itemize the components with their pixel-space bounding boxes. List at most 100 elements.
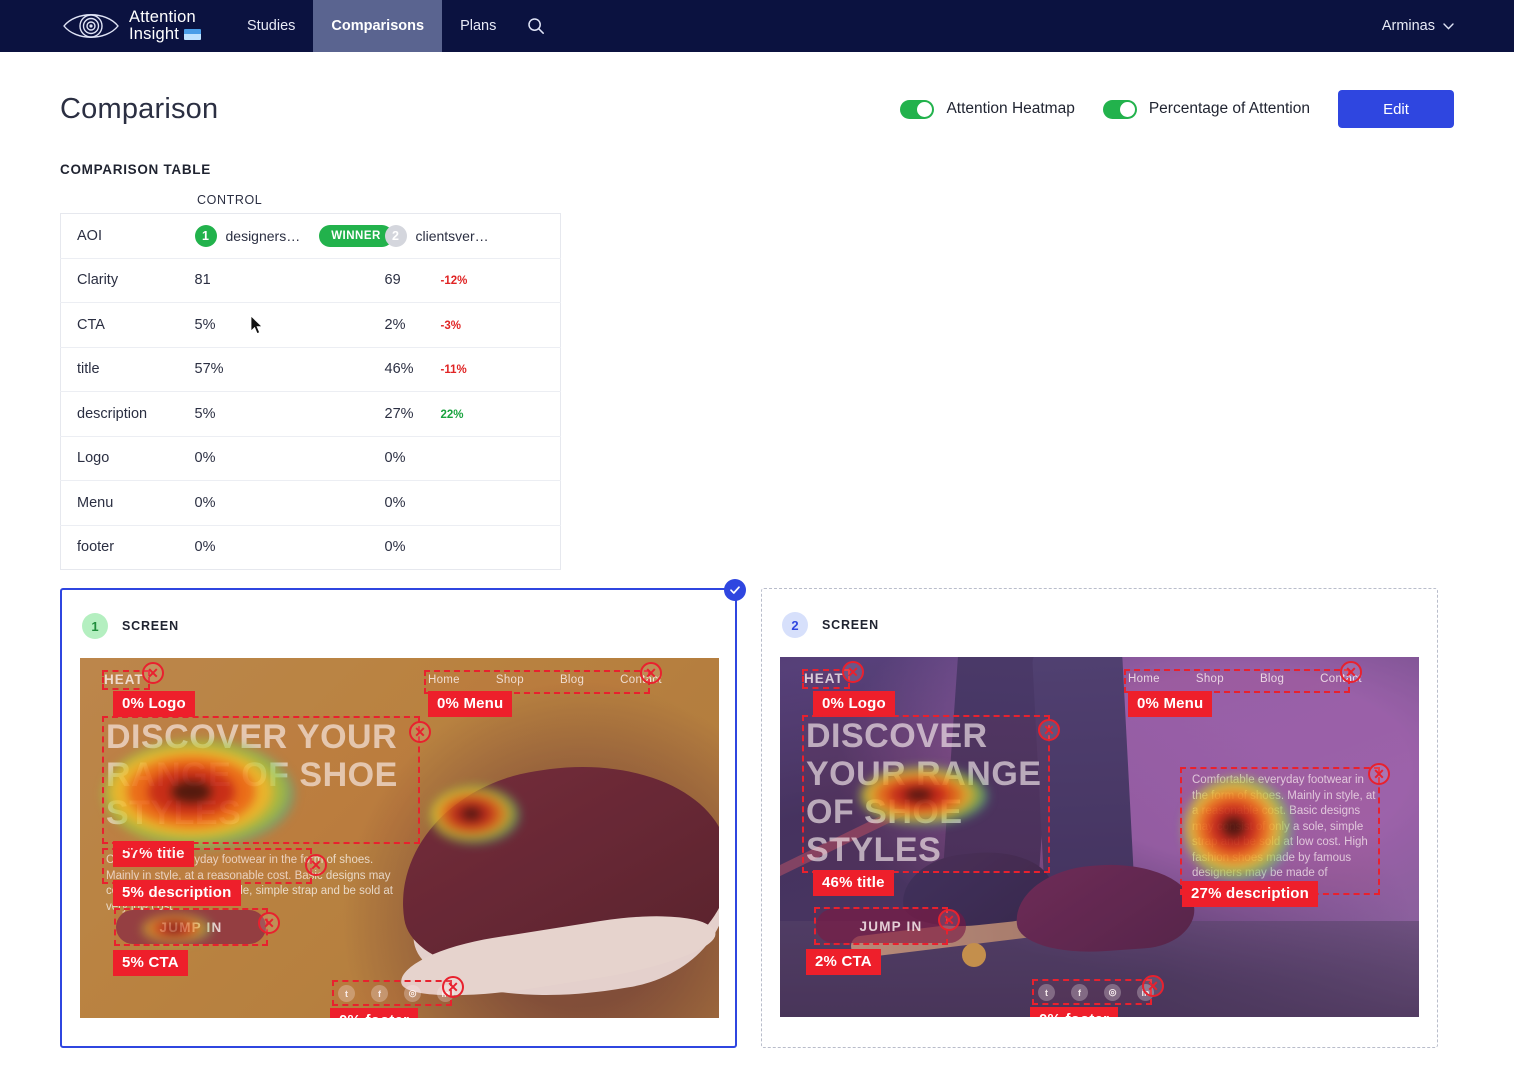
aoi-variant-a-cell[interactable]: 1 designers… WINNER [179,214,393,259]
aoi-close-icon-description[interactable]: ✕ [305,854,327,876]
toggle-percentage-of-attention[interactable]: Percentage of Attention [1102,99,1310,119]
card-number-badge: 1 [82,613,108,639]
metric-value-b: 27% 22% [369,392,561,437]
card-number-badge: 2 [782,612,808,638]
nav-item-studies[interactable]: Studies [229,2,313,50]
aoi-header-cell: AOI [77,227,102,244]
screen-cards: 1 SCREEN HEAT Home Shop Blog Contact DIS… [60,579,1454,1048]
aoi-box-cta[interactable] [114,908,268,946]
aoi-close-icon-footer[interactable]: ✕ [1142,975,1164,997]
card-label: SCREEN [122,619,179,633]
screenshot-preview-2[interactable]: HEAT Home Shop Blog Contact DISCOVER YOU… [780,657,1419,1017]
aoi-box-cta[interactable] [814,907,948,945]
aoi-box-footer[interactable] [1032,979,1152,1005]
aoi-close-icon-footer[interactable]: ✕ [442,976,464,998]
brand-logo[interactable]: Attention Insight [62,8,202,43]
metric-value-a: 5% [194,405,216,422]
delta-badge: -12% [440,275,468,288]
metric-value-a: 0% [194,450,216,467]
table-row: CTA 5% 2% -3% [60,303,561,348]
flag-icon [184,29,202,40]
eye-logo-icon [63,14,119,38]
aoi-close-icon-title[interactable]: ✕ [1038,719,1060,741]
toggle-switch-heatmap[interactable] [900,99,935,119]
aoi-tag-cta: 5% CTA [113,950,188,976]
metric-value-b: 0% [384,450,406,467]
aoi-tag-description: 27% description [1182,881,1319,907]
brand-line-1: Attention [129,8,196,26]
aoi-box-description[interactable] [1180,767,1380,895]
aoi-close-icon-cta[interactable]: ✕ [258,912,280,934]
metric-value-a: 5% [194,316,216,333]
metric-label: Menu [77,494,114,511]
metric-label: Clarity [77,272,119,289]
search-icon[interactable] [514,0,558,52]
aoi-close-icon-menu[interactable]: ✕ [1340,661,1362,683]
chevron-down-icon [1443,22,1454,30]
screen-card-1[interactable]: 1 SCREEN HEAT Home Shop Blog Contact DIS… [60,579,746,1048]
aoi-box-title[interactable] [802,715,1050,873]
metric-label: description [77,405,148,422]
toggle-attention-heatmap[interactable]: Attention Heatmap [900,99,1075,119]
screen-card-2[interactable]: 2 SCREEN HEAT Home Shop Blog Contact DIS… [761,588,1438,1048]
aoi-tag-footer: 0% footer [330,1008,419,1018]
header-controls: Attention Heatmap Percentage of Attentio… [900,90,1454,128]
nav-item-comparisons[interactable]: Comparisons [313,0,443,52]
metric-label: CTA [77,316,105,333]
aoi-close-icon-logo[interactable]: ✕ [842,661,864,683]
metric-value-a: 57% [194,361,224,378]
table-row: Menu 0% 0% [60,481,561,525]
value-b: 46% [384,361,414,378]
aoi-tag-title: 46% title [813,870,894,896]
aoi-close-icon-cta[interactable]: ✕ [938,909,960,931]
toggle-label-heatmap: Attention Heatmap [946,100,1075,117]
aoi-box-title[interactable] [102,716,420,844]
delta-badge: -3% [440,319,461,332]
screenshot-preview-1[interactable]: HEAT Home Shop Blog Contact DISCOVER YOU… [80,658,719,1018]
card-header-1: 1 SCREEN [82,612,717,640]
table-row: Logo 0% 0% [60,436,561,481]
control-column-label: CONTROL [197,193,263,207]
metric-value-b: 0% [384,494,406,511]
aoi-box-description[interactable] [102,848,312,884]
value-b: 69 [384,272,401,289]
aoi-variant-b-cell[interactable]: 2 clientsver… [369,214,561,259]
edit-button[interactable]: Edit [1338,90,1454,128]
aoi-close-icon-title[interactable]: ✕ [409,721,431,743]
variant-a-number-badge: 1 [194,224,217,247]
card-label: SCREEN [822,618,879,632]
page-title: Comparison [60,92,219,125]
check-circle-icon [724,579,746,601]
aoi-tag-menu: 0% Menu [428,691,513,717]
aoi-tag-cta: 2% CTA [806,949,881,975]
table-row-aoi: AOI 1 designers… WINNER 2 clientsver… [60,214,561,259]
user-name: Arminas [1381,18,1435,34]
aoi-tag-footer: 0% footer [1030,1007,1119,1017]
metric-value-b: 69 -12% [369,258,561,303]
comparison-table-caption: COMPARISON TABLE [60,162,211,177]
toggle-switch-percentage[interactable] [1102,99,1137,119]
page-body: Comparison Attention Heatmap Percentage … [0,52,1514,1048]
aoi-close-icon-logo[interactable]: ✕ [142,662,164,684]
aoi-box-menu[interactable] [1124,669,1350,693]
aoi-tag-logo: 0% Logo [813,691,895,717]
metric-value-a: 0% [194,494,216,511]
brand-wordmark: Attention Insight [129,8,202,43]
aoi-close-icon-menu[interactable]: ✕ [640,662,662,684]
metric-value-a: 81 [194,272,211,289]
winner-badge: WINNER [319,224,393,247]
metric-label: title [77,361,100,378]
aoi-tag-logo: 0% Logo [113,691,195,717]
user-menu[interactable]: Arminas [1382,0,1454,52]
aoi-box-footer[interactable] [332,980,452,1006]
nav-items: Studies Comparisons Plans [229,0,558,52]
metric-value-b: 2% -3% [369,303,561,348]
aoi-tag-menu: 0% Menu [1128,691,1213,717]
metric-value-b: 0% [384,539,406,556]
toggle-label-percentage: Percentage of Attention [1148,100,1310,117]
table-row: title 57% 46% -11% [60,347,561,392]
delta-badge: -11% [440,364,467,377]
aoi-close-icon-description[interactable]: ✕ [1368,763,1390,785]
nav-item-plans[interactable]: Plans [442,2,514,50]
brand-line-2: Insight [129,25,180,43]
